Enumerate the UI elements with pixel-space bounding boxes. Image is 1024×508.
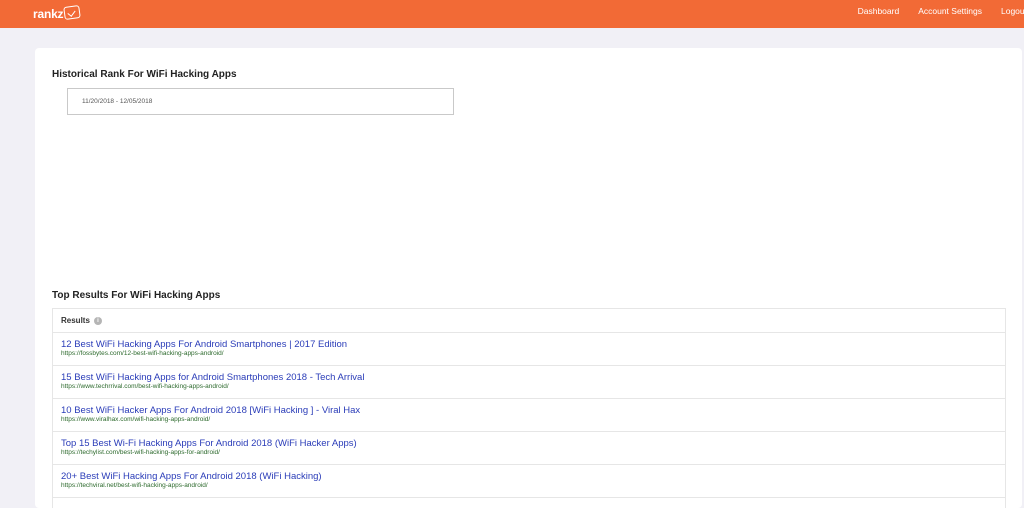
result-title-link[interactable]: 20+ Best WiFi Hacking Apps For Android 2… (61, 471, 1005, 482)
result-url: https://fossbytes.com/12-best-wifi-hacki… (61, 350, 224, 357)
results-header-label: Results (61, 316, 90, 325)
nav-dashboard-link[interactable]: Dashboard (858, 6, 900, 16)
historical-rank-chart-area (52, 120, 1002, 280)
main-card: Historical Rank For WiFi Hacking Apps 11… (35, 48, 1022, 508)
result-url: https://www.techrrival.com/best-wifi-hac… (61, 383, 229, 390)
result-title-link[interactable]: Top 15 Best Wi-Fi Hacking Apps For Andro… (61, 438, 1005, 449)
top-navigation-bar: rankz Dashboard Account Settings Logout (0, 0, 1024, 28)
result-url: https://techviral.net/best-wifi-hacking-… (61, 482, 208, 489)
nav-logout-link[interactable]: Logout (1001, 6, 1024, 16)
results-column-header: Results i (53, 309, 1005, 333)
nav-account-settings-link[interactable]: Account Settings (918, 6, 982, 16)
result-row: 12 Best WiFi Hacking Apps For Android Sm… (53, 333, 1005, 366)
result-url: https://techylist.com/best-wifi-hacking-… (61, 449, 220, 456)
results-table: Results i 12 Best WiFi Hacking Apps For … (52, 308, 1006, 508)
result-title-link[interactable]: 10 Best WiFi Hacker Apps For Android 201… (61, 405, 1005, 416)
historical-rank-title: Historical Rank For WiFi Hacking Apps (52, 69, 237, 80)
logo-text: rankz (33, 7, 64, 21)
nav-menu: Dashboard Account Settings Logout (839, 0, 1024, 22)
result-row: 10 Best WiFi Hacker Apps For Android 201… (53, 399, 1005, 432)
result-title-link[interactable]: 12 Best WiFi Hacking Apps For Android Sm… (61, 339, 1005, 350)
rankz-logo[interactable]: rankz (33, 4, 82, 22)
logo-check-icon (63, 4, 82, 21)
result-url: https://www.viralhax.com/wifi-hacking-ap… (61, 416, 211, 423)
date-range-picker[interactable]: 11/20/2018 - 12/05/2018 (67, 88, 454, 115)
date-range-value: 11/20/2018 - 12/05/2018 (82, 98, 153, 105)
result-row: Top 15 Best Wi-Fi Hacking Apps For Andro… (53, 432, 1005, 465)
info-icon[interactable]: i (93, 316, 102, 325)
result-row: 15 Best WiFi Hacking Apps for Android Sm… (53, 366, 1005, 399)
result-title-link[interactable]: 15 Best WiFi Hacking Apps for Android Sm… (61, 372, 1005, 383)
result-row: 20+ Best WiFi Hacking Apps For Android 2… (53, 465, 1005, 498)
top-results-title: Top Results For WiFi Hacking Apps (52, 290, 221, 301)
